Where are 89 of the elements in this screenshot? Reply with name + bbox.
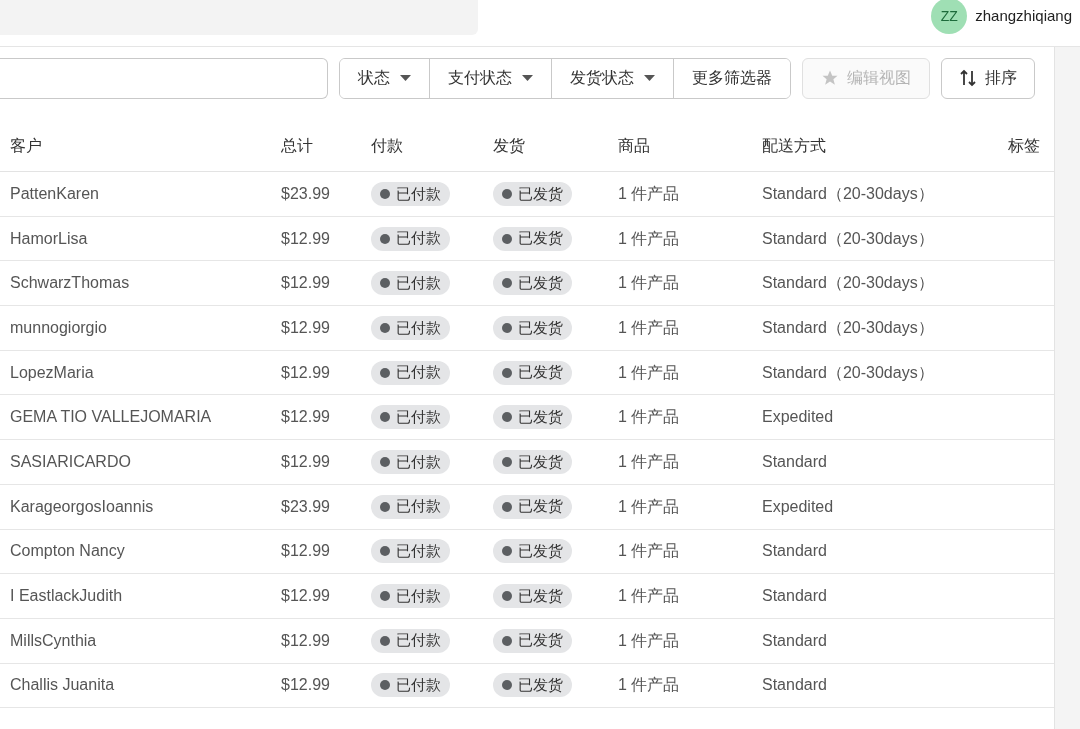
fulfillment-badge: 已发货: [493, 405, 572, 430]
payment-badge: 已付款: [371, 494, 450, 519]
caret-icon: [522, 75, 533, 81]
fulfillment-badge: 已发货: [493, 360, 572, 385]
fulfillment-badge: 已发货: [493, 628, 572, 653]
column-header[interactable]: 配送方式: [762, 136, 826, 154]
fulfillment-badge: 已发货: [493, 315, 572, 340]
order-total: $12.99: [281, 452, 330, 470]
caret-icon: [400, 75, 411, 81]
order-total: $12.99: [281, 631, 330, 649]
user-avatar[interactable]: ZZ: [931, 0, 968, 34]
order-total: $12.99: [281, 229, 330, 247]
item-count: 1 件产品: [618, 631, 680, 649]
delivery-method: Standard: [762, 542, 827, 560]
payment-badge: 已付款: [371, 628, 450, 653]
item-count: 1 件产品: [618, 542, 680, 560]
sort-icon: [959, 69, 977, 87]
fulfillment-badge: 已发货: [493, 494, 572, 519]
item-count: 1 件产品: [618, 408, 680, 426]
column-header[interactable]: 总计: [281, 136, 313, 154]
item-count: 1 件产品: [618, 676, 680, 694]
order-total: $12.99: [281, 318, 330, 336]
item-count: 1 件产品: [618, 318, 680, 336]
sort-button[interactable]: 排序: [941, 57, 1035, 99]
fulfillment-badge: 已发货: [493, 181, 572, 206]
item-count: 1 件产品: [618, 363, 680, 381]
column-header[interactable]: 商品: [618, 136, 650, 154]
fulfillment-badge: 已发货: [493, 271, 572, 296]
item-count: 1 件产品: [618, 229, 680, 247]
order-total: $12.99: [281, 587, 330, 605]
caret-icon: [644, 75, 655, 81]
customer-name[interactable]: Challis Juanita: [10, 676, 115, 694]
column-header[interactable]: 付款: [371, 136, 403, 154]
customer-name[interactable]: SASIARICARDO: [10, 452, 131, 470]
column-header[interactable]: 标签: [1008, 136, 1040, 154]
payment-badge: 已付款: [371, 271, 450, 296]
delivery-method: Standard（20-30days）: [762, 229, 934, 247]
payment-badge: 已付款: [371, 405, 450, 430]
payment-badge: 已付款: [371, 315, 450, 340]
customer-name[interactable]: SchwarzThomas: [10, 274, 130, 292]
order-total: $23.99: [281, 497, 330, 515]
delivery-method: Standard（20-30days）: [762, 318, 934, 336]
payment-badge: 已付款: [371, 360, 450, 385]
delivery-method: Expedited: [762, 497, 834, 515]
order-total: $23.99: [281, 184, 330, 202]
payment-badge: 已付款: [371, 673, 450, 698]
customer-name[interactable]: Compton Nancy: [10, 542, 125, 560]
delivery-method: Standard（20-30days）: [762, 274, 934, 292]
order-total: $12.99: [281, 274, 330, 292]
item-count: 1 件产品: [618, 274, 680, 292]
customer-name[interactable]: munnogiorgio: [10, 318, 107, 336]
customer-name[interactable]: LopezMaria: [10, 363, 94, 381]
item-count: 1 件产品: [618, 497, 680, 515]
filter-button[interactable]: 更多筛选器: [673, 58, 790, 98]
delivery-method: Standard（20-30days）: [762, 184, 934, 202]
item-count: 1 件产品: [618, 452, 680, 470]
column-header[interactable]: 客户: [10, 136, 42, 154]
payment-badge: 已付款: [371, 584, 450, 609]
customer-name[interactable]: KarageorgosIoannis: [10, 497, 154, 515]
payment-badge: 已付款: [371, 539, 450, 564]
delivery-method: Expedited: [762, 408, 834, 426]
customer-name[interactable]: PattenKaren: [10, 184, 99, 202]
payment-badge: 已付款: [371, 226, 450, 251]
star-icon: [821, 69, 839, 87]
payment-badge: 已付款: [371, 181, 450, 206]
item-count: 1 件产品: [618, 184, 680, 202]
customer-name[interactable]: HamorLisa: [10, 229, 88, 247]
payment-badge: 已付款: [371, 449, 450, 474]
fulfillment-badge: 已发货: [493, 449, 572, 474]
fulfillment-badge: 已发货: [493, 673, 572, 698]
fulfillment-badge: 已发货: [493, 539, 572, 564]
order-total: $12.99: [281, 676, 330, 694]
user-name: zhangzhiqiang: [975, 5, 1072, 26]
customer-name[interactable]: I EastlackJudith: [10, 587, 123, 605]
column-header[interactable]: 发货: [493, 136, 525, 154]
search-field[interactable]: [0, 57, 328, 99]
delivery-method: Standard: [762, 587, 827, 605]
customer-name[interactable]: MillsCynthia: [10, 631, 97, 649]
fulfillment-badge: 已发货: [493, 226, 572, 251]
order-total: $12.99: [281, 363, 330, 381]
delivery-method: Standard（20-30days）: [762, 363, 934, 381]
customer-name[interactable]: GEMA TIO VALLEJOMARIA: [10, 408, 212, 426]
delivery-method: Standard: [762, 631, 827, 649]
item-count: 1 件产品: [618, 587, 680, 605]
order-total: $12.99: [281, 408, 330, 426]
delivery-method: Standard: [762, 452, 827, 470]
fulfillment-badge: 已发货: [493, 584, 572, 609]
delivery-method: Standard: [762, 676, 827, 694]
order-total: $12.99: [281, 542, 330, 560]
